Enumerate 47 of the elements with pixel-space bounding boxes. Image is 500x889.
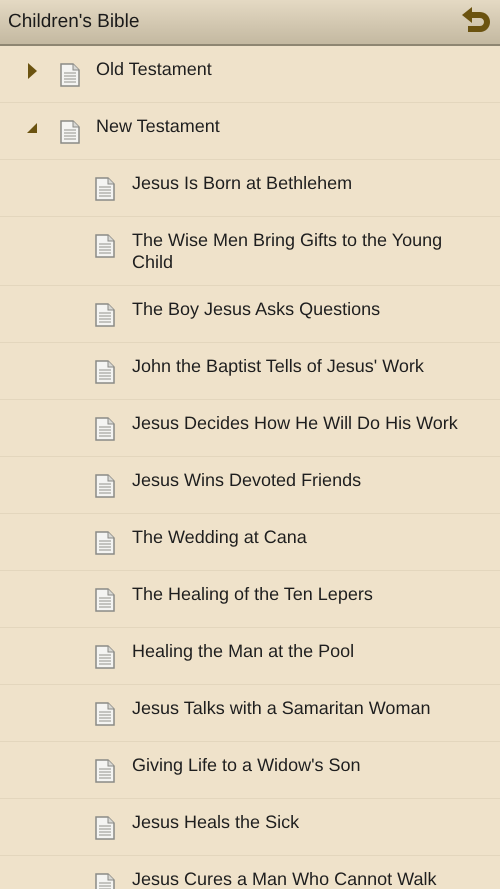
expand-arrow-icon[interactable]: [28, 63, 36, 79]
tree-item[interactable]: Jesus Wins Devoted Friends: [0, 457, 500, 514]
document-icon: [95, 177, 115, 201]
document-icon: [95, 474, 115, 498]
tree-item[interactable]: Healing the Man at the Pool: [0, 628, 500, 685]
item-label: Jesus Talks with a Samaritan Woman: [132, 697, 432, 719]
item-label: Jesus Wins Devoted Friends: [132, 469, 362, 491]
document-icon: [95, 645, 115, 669]
document-icon: [60, 120, 80, 144]
document-icon: [95, 531, 115, 555]
tree-item[interactable]: Jesus Talks with a Samaritan Woman: [0, 685, 500, 742]
document-icon: [94, 234, 115, 258]
collapse-arrow-icon[interactable]: [27, 123, 37, 133]
item-label: Jesus Is Born at Bethlehem: [132, 172, 354, 194]
item-label: The Wise Men Bring Gifts to the Young Child: [132, 229, 444, 273]
item-label: John the Baptist Tells of Jesus' Work: [132, 355, 425, 377]
item-label: Healing the Man at the Pool: [132, 640, 356, 662]
item-label: Jesus Cures a Man Who Cannot Walk: [132, 868, 438, 889]
document-icon: [95, 360, 115, 384]
item-label: New Testament: [96, 115, 221, 137]
document-icon: [95, 303, 115, 327]
tree-item[interactable]: Old Testament: [0, 46, 500, 103]
item-label: Old Testament: [96, 58, 213, 80]
tree-item[interactable]: Jesus Cures a Man Who Cannot Walk: [0, 856, 500, 889]
tree-item[interactable]: The Healing of the Ten Lepers: [0, 571, 500, 628]
window-title: Children's Bible: [8, 10, 140, 34]
item-label: Giving Life to a Widow's Son: [132, 754, 362, 776]
document-icon: [95, 417, 115, 441]
document-icon: [60, 63, 80, 87]
tree-item[interactable]: Giving Life to a Widow's Son: [0, 742, 500, 799]
document-icon: [95, 816, 115, 840]
tree-item[interactable]: Jesus Heals the Sick: [0, 799, 500, 856]
item-label: The Wedding at Cana: [132, 526, 308, 548]
tree-item[interactable]: The Boy Jesus Asks Questions: [0, 286, 500, 343]
item-label: Jesus Heals the Sick: [132, 811, 300, 833]
tree-item[interactable]: Jesus Is Born at Bethlehem: [0, 160, 500, 217]
tree-item[interactable]: The Wedding at Cana: [0, 514, 500, 571]
tree-item[interactable]: The Wise Men Bring Gifts to the Young Child: [0, 217, 500, 286]
document-icon: [95, 759, 115, 783]
item-label: The Boy Jesus Asks Questions: [132, 298, 382, 320]
item-label: The Healing of the Ten Lepers: [132, 583, 374, 605]
document-icon: [95, 588, 115, 612]
tree-item[interactable]: New Testament: [0, 103, 500, 160]
tree-item[interactable]: Jesus Decides How He Will Do His Work: [0, 400, 500, 457]
document-icon: [95, 702, 115, 726]
item-label: Jesus Decides How He Will Do His Work: [132, 412, 459, 434]
tree-item[interactable]: John the Baptist Tells of Jesus' Work: [0, 343, 500, 400]
